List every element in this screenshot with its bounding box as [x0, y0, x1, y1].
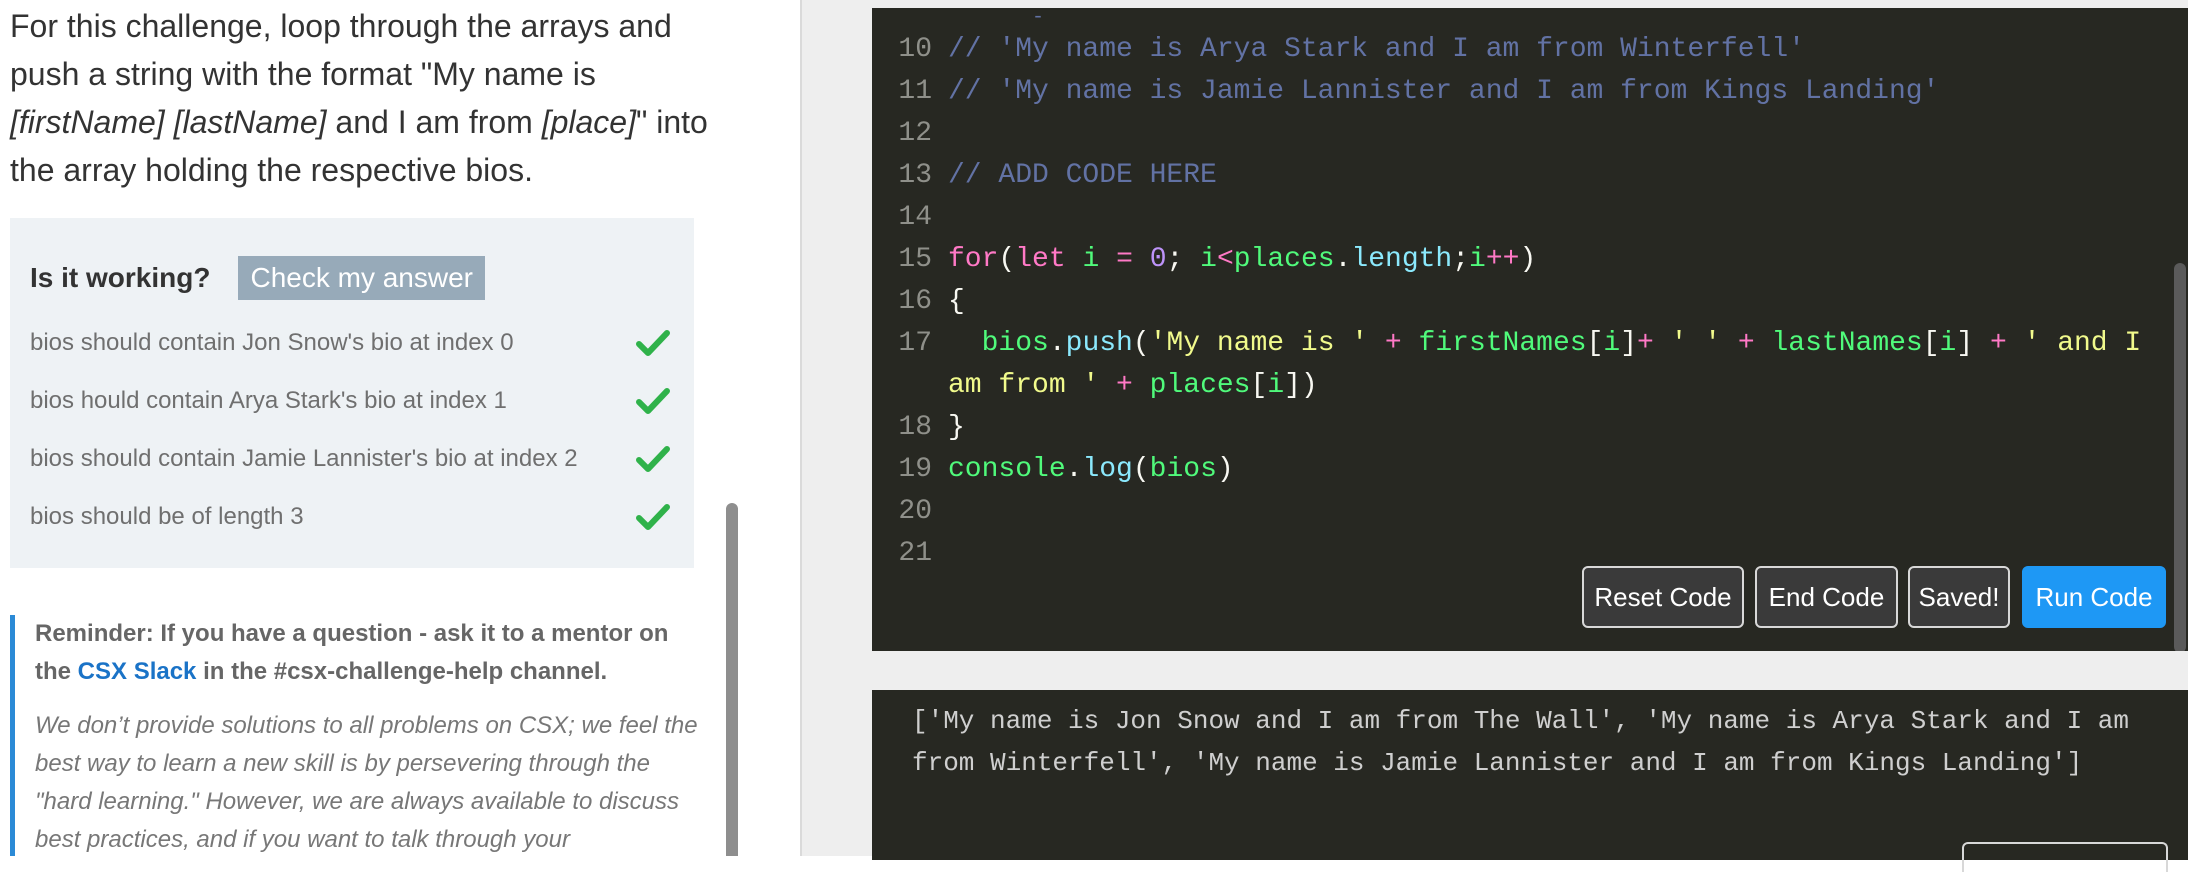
code-line: 20	[872, 491, 948, 533]
saved-button[interactable]: Saved!	[1908, 566, 2010, 628]
test-item: bios should contain Jon Snow's bio at in…	[30, 323, 670, 363]
format-text-end: " into	[635, 104, 708, 140]
intro-line-1: For this challenge, loop through the arr…	[10, 8, 672, 44]
line-number: 10	[898, 34, 932, 65]
line-number: 15	[898, 244, 932, 275]
console-output: ['My name is Jon Snow and I am from The …	[912, 706, 2145, 778]
code-line: 10 // 'My name is Arya Stark and I am fro…	[872, 29, 1805, 71]
format-placeholder-name: [firstName] [lastName]	[10, 104, 327, 140]
test-label: bios should be of length 3	[30, 503, 304, 530]
console-output-panel: ['My name is Jon Snow and I am from The …	[872, 690, 2188, 872]
code-line: 14	[872, 197, 948, 239]
code-line: 11 // 'My name is Jamie Lannister and I a…	[872, 71, 1939, 113]
code-line: 16{	[872, 281, 964, 323]
checkmark-icon	[636, 446, 670, 472]
checkmark-icon	[636, 330, 670, 356]
line-number: 19	[898, 454, 932, 485]
mentor-reminder: Reminder: If you have a question - ask i…	[10, 615, 700, 856]
run-code-button[interactable]: Run Code	[2022, 566, 2166, 628]
code-line: 12	[872, 113, 948, 155]
code-editor[interactable]: - 10 // 'My name is Arya Stark and I am f…	[872, 8, 2188, 651]
code-line: 17 bios.push('My name is ' + firstNames[…	[872, 323, 2141, 365]
tests-title: Is it working?	[30, 262, 211, 293]
line-number: 18	[898, 412, 932, 443]
test-label: bios hould contain Arya Stark's bio at i…	[30, 387, 507, 414]
challenge-description: For this challenge, loop through the arr…	[10, 2, 710, 194]
code-line-wrapped: am from ' + places[i])	[948, 370, 1318, 401]
code-comment: // ADD CODE HERE	[948, 160, 1217, 191]
end-code-button[interactable]: End Code	[1755, 566, 1898, 628]
reminder-note: We don’t provide solutions to all proble…	[35, 712, 698, 853]
code-comment: // 'My name is Jamie Lannister and I am …	[948, 76, 1940, 107]
intro-line-2: push a string with the format "My name i…	[10, 56, 596, 92]
checkmark-icon	[636, 388, 670, 414]
line-number: 16	[898, 286, 932, 317]
code-comment: // 'My name is Arya Stark and I am from …	[948, 34, 1805, 65]
line-number: 12	[898, 118, 932, 149]
intro-line-3: [firstName] [lastName] and I am from [pl…	[10, 98, 710, 146]
code-line: 15 for(let i = 0; i<places.length;i++)	[872, 239, 1536, 281]
check-answer-button[interactable]: Check my answer	[238, 256, 485, 300]
editor-scrollbar[interactable]	[2174, 263, 2186, 651]
format-placeholder-place: [place]	[541, 104, 636, 140]
code-line: 18}	[872, 407, 964, 449]
code-line: 19 console.log(bios)	[872, 449, 1233, 491]
test-label: bios should contain Jamie Lannister's bi…	[30, 445, 578, 472]
reset-code-button[interactable]: Reset Code	[1582, 566, 1744, 628]
line-number: 17	[898, 328, 932, 359]
reminder-text: Reminder: If you have a question - ask i…	[35, 615, 700, 691]
reminder-suffix: in the #csx-challenge-help channel.	[196, 658, 608, 685]
left-pane-scrollbar[interactable]	[726, 503, 738, 856]
tests-panel: Is it working? Check my answer bios shou…	[10, 218, 694, 568]
line-number: 11	[898, 76, 932, 107]
tests-header: Is it working? Check my answer	[30, 256, 485, 300]
csx-slack-link[interactable]: CSX Slack	[78, 658, 197, 685]
format-text-mid: and I am from	[326, 104, 542, 140]
test-item: bios should contain Jamie Lannister's bi…	[30, 439, 670, 479]
code-line: 13 // ADD CODE HERE	[872, 155, 1217, 197]
intro-line-4: the array holding the respective bios.	[10, 152, 533, 188]
line-number: 21	[898, 538, 932, 569]
test-item: bios hould contain Arya Stark's bio at i…	[30, 381, 670, 421]
console-clear-button[interactable]	[1962, 842, 2168, 872]
code-line: 21	[872, 533, 948, 575]
clipped-line-fragment: -	[1032, 8, 1045, 29]
test-label: bios should contain Jon Snow's bio at in…	[30, 329, 514, 356]
checkmark-icon	[636, 504, 670, 530]
challenge-instructions-pane: For this challenge, loop through the arr…	[0, 0, 800, 856]
line-number: 13	[898, 160, 932, 191]
line-number: 14	[898, 202, 932, 233]
test-item: bios should be of length 3	[30, 497, 670, 537]
line-number: 20	[898, 496, 932, 527]
